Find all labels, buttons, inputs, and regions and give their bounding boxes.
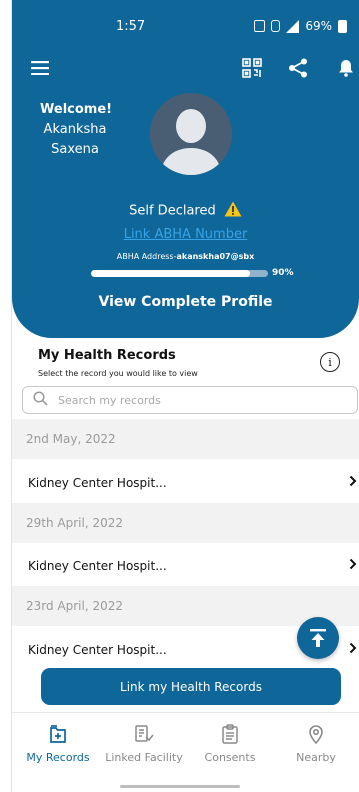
record-list-item[interactable]: Kidney Center Hospit... (12, 544, 359, 588)
search-input[interactable] (58, 393, 308, 407)
consents-icon (187, 723, 273, 745)
menu-icon[interactable] (22, 50, 58, 86)
profile-progress-label: 90% (272, 268, 294, 278)
status-bar: 1:57 69% (12, 0, 359, 52)
record-item-label: Kidney Center Hospit... (28, 559, 167, 573)
bottom-navigation: My Records Linked Facility Consents Near… (12, 712, 359, 792)
scroll-to-top-button[interactable] (297, 617, 339, 659)
chevron-right-icon (349, 558, 357, 573)
search-icon (33, 390, 48, 410)
arrow-up-icon (310, 629, 326, 647)
nav-consents[interactable]: Consents (187, 723, 273, 764)
records-title: My Health Records (38, 348, 176, 363)
link-abha-number-link[interactable]: Link ABHA Number (12, 227, 359, 242)
chevron-right-icon (349, 475, 357, 490)
nav-label: Linked Facility (105, 751, 183, 764)
nav-label: Consents (204, 751, 256, 764)
home-indicator (120, 785, 240, 788)
qr-code-icon[interactable] (234, 50, 270, 86)
signal-icon (286, 19, 300, 33)
records-subtitle: Select the record you would like to view (38, 369, 198, 378)
battery-label: 69% (305, 19, 332, 33)
record-date-header: 29th April, 2022 (12, 503, 359, 543)
abha-address-prefix: ABHA Address- (116, 252, 177, 261)
nav-label: My Records (26, 751, 90, 764)
sim-icon (254, 20, 266, 32)
warning-icon (224, 201, 242, 221)
self-declared-label: Self Declared (129, 203, 216, 219)
welcome-block: Welcome! Akanksha Saxena (40, 100, 113, 160)
left-edge-strip (0, 0, 12, 792)
nav-label: Nearby (296, 751, 336, 764)
top-toolbar (12, 50, 359, 90)
share-icon[interactable] (280, 50, 316, 86)
link-health-records-button[interactable]: Link my Health Records (41, 668, 341, 705)
vibrate-icon (271, 20, 281, 32)
chevron-right-icon (349, 642, 357, 657)
record-item-label: Kidney Center Hospit... (28, 476, 167, 490)
welcome-title: Welcome! (40, 102, 113, 117)
profile-progress-bar (91, 270, 268, 277)
location-pin-icon (273, 723, 359, 745)
avatar[interactable] (150, 93, 232, 175)
info-icon[interactable]: i (320, 352, 340, 372)
user-first-name: Akanksha (43, 122, 107, 137)
record-list-item[interactable]: Kidney Center Hospit... (12, 461, 359, 505)
status-icons: 69% (254, 19, 347, 33)
search-bar (22, 386, 358, 414)
facility-icon (101, 723, 187, 745)
nav-my-records[interactable]: My Records (15, 723, 101, 764)
battery-icon (338, 19, 347, 33)
nav-linked-facility[interactable]: Linked Facility (101, 723, 187, 764)
record-date-header: 2nd May, 2022 (12, 419, 359, 459)
record-item-label: Kidney Center Hospit... (28, 643, 167, 657)
nav-nearby[interactable]: Nearby (273, 723, 359, 764)
user-silhouette-icon (160, 109, 222, 175)
profile-progress-fill (91, 270, 251, 277)
abha-address: ABHA Address-akanskha07@sbx (12, 252, 359, 261)
user-last-name: Saxena (51, 142, 99, 157)
status-time: 1:57 (116, 19, 146, 34)
notification-bell-icon[interactable] (328, 50, 359, 86)
self-declared-status: Self Declared (12, 201, 359, 221)
records-icon (15, 723, 101, 745)
abha-address-value: akanskha07@sbx (176, 252, 255, 261)
view-complete-profile-button[interactable]: View Complete Profile (12, 294, 359, 310)
